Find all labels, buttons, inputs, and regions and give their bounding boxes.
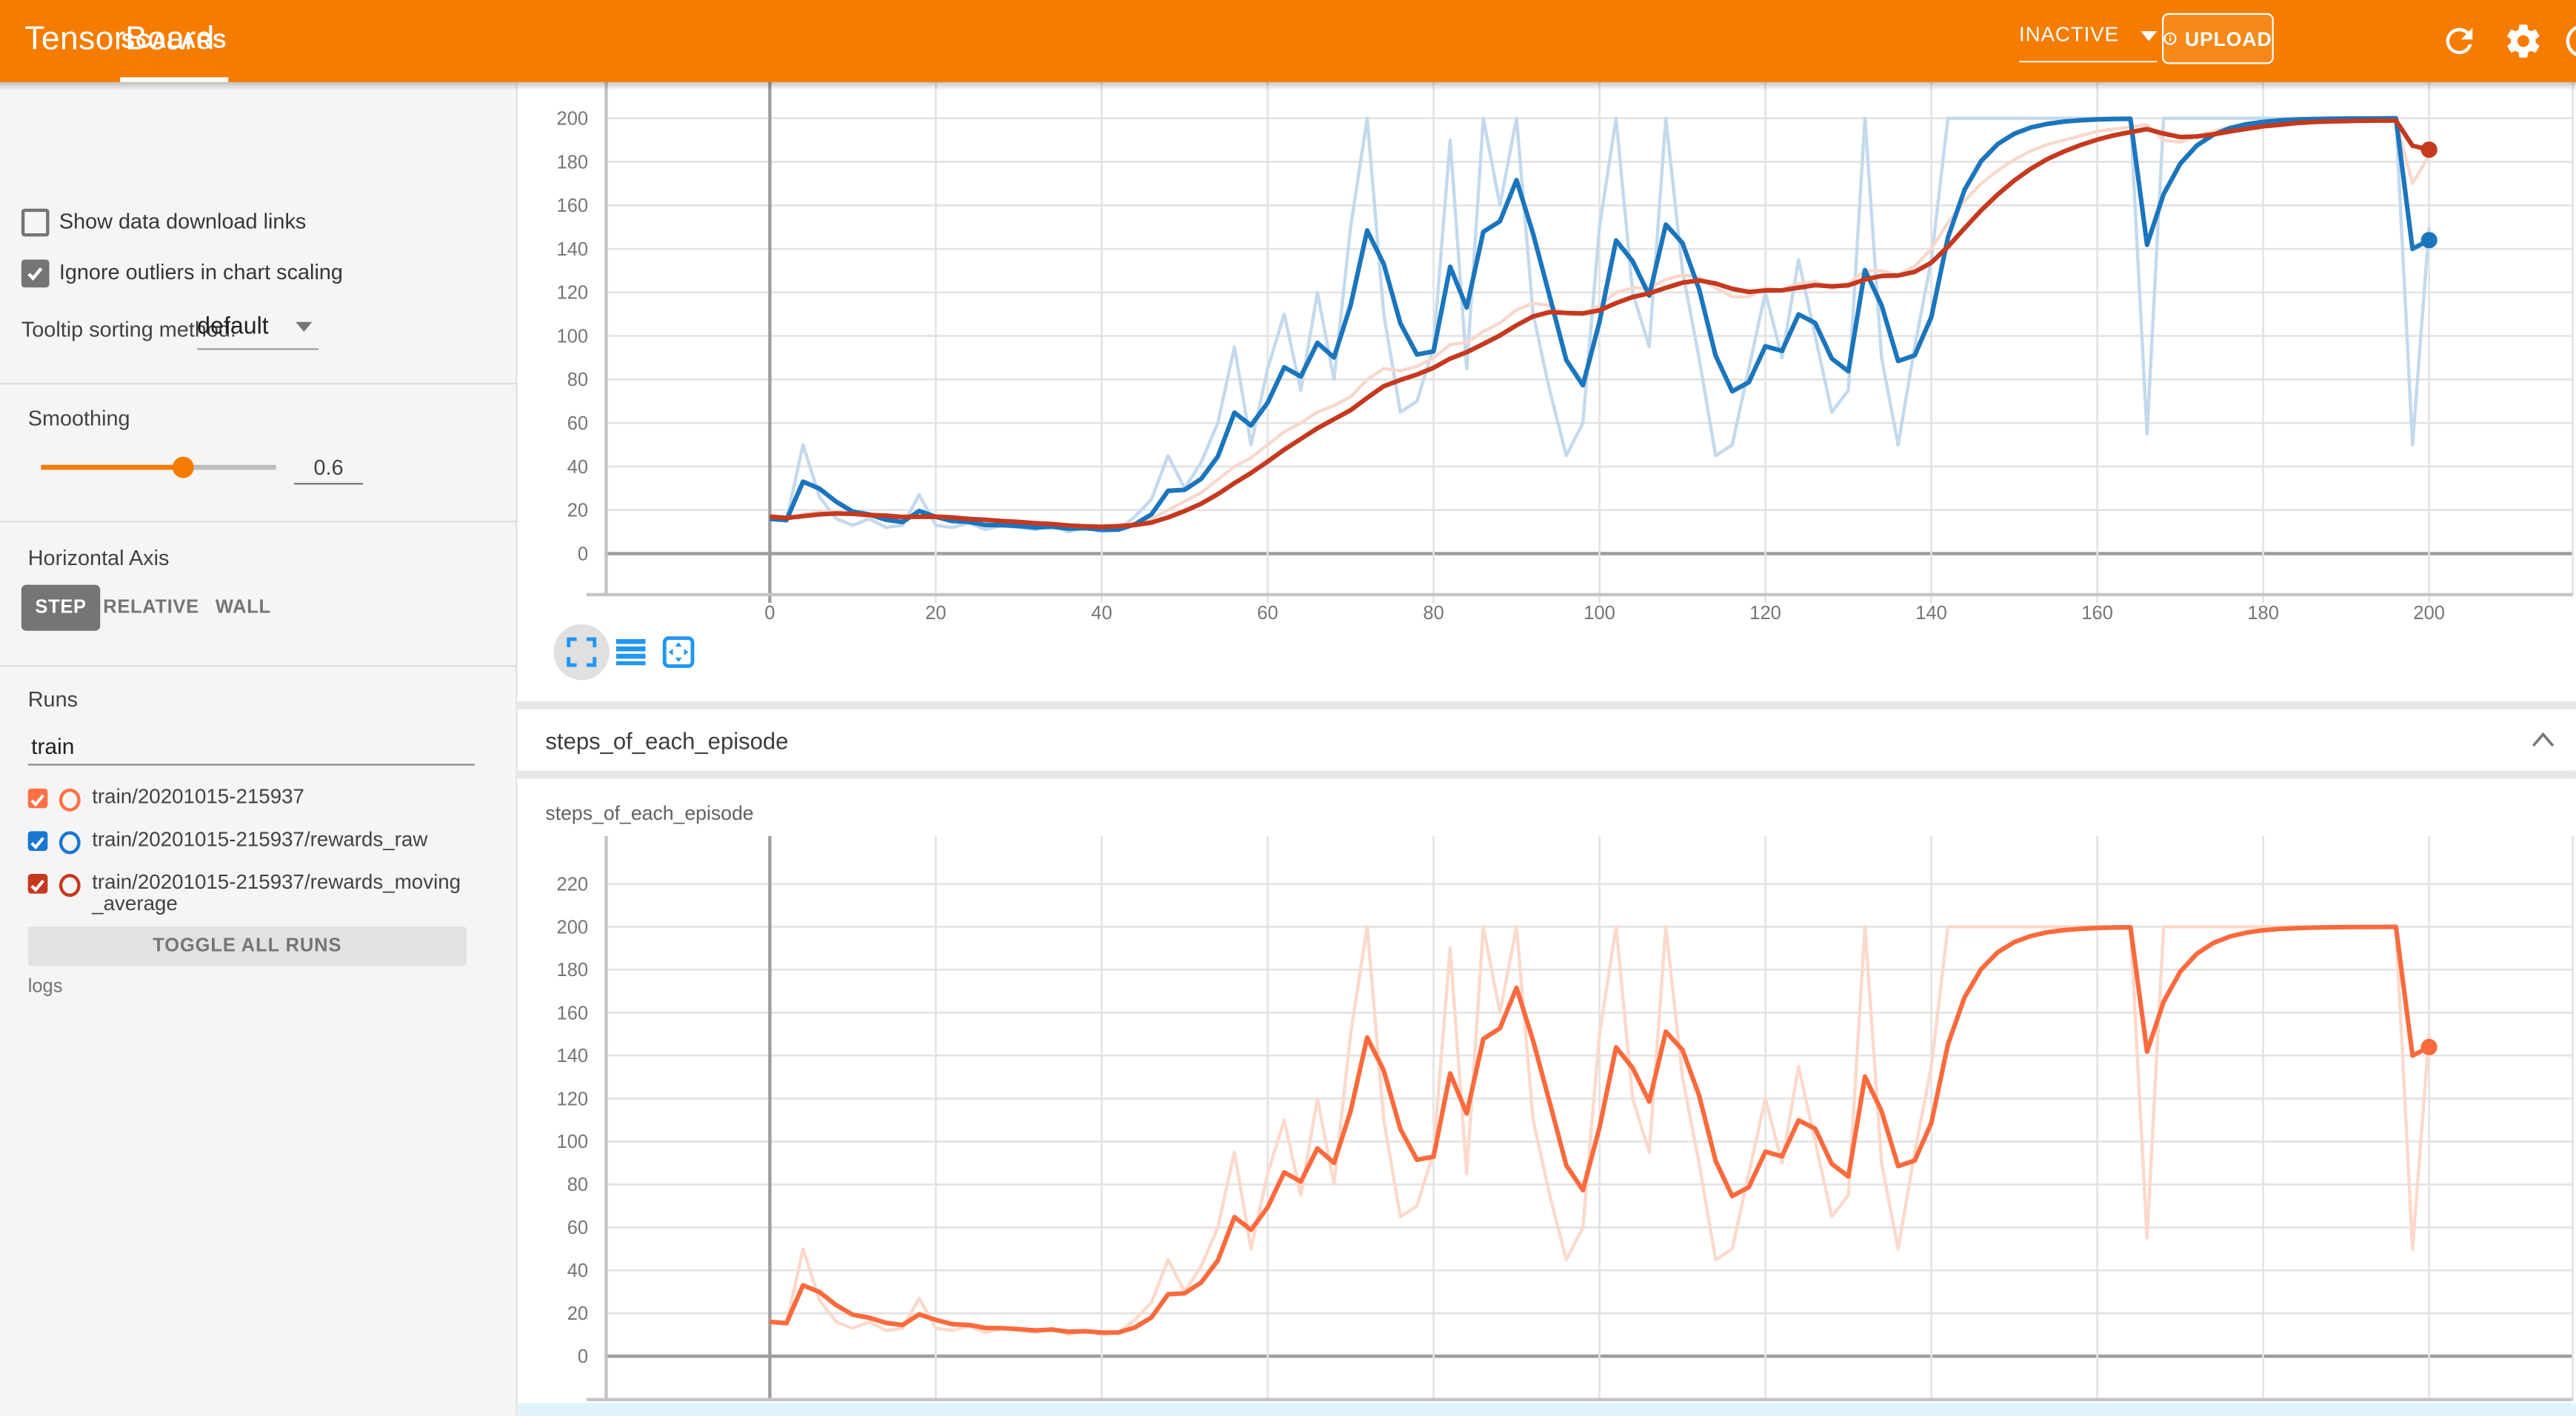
info-icon bbox=[2163, 26, 2177, 50]
svg-text:80: 80 bbox=[567, 1175, 588, 1195]
svg-text:120: 120 bbox=[557, 1089, 589, 1109]
steps-chart-svg[interactable]: 0 20 40 60 80 100 120 140 160 180 200 220 bbox=[518, 829, 2576, 1416]
run-color-ring bbox=[59, 831, 81, 854]
svg-text:140: 140 bbox=[1915, 603, 1947, 624]
chevron-up-icon[interactable] bbox=[2530, 729, 2556, 749]
svg-text:0: 0 bbox=[764, 603, 775, 624]
run-list-item[interactable]: train/20201015-215937 bbox=[28, 787, 462, 811]
settings-sidebar: Show data download links Ignore outliers … bbox=[0, 82, 518, 1416]
svg-text:80: 80 bbox=[567, 370, 588, 390]
run-color-ring bbox=[59, 789, 81, 812]
expand-icon bbox=[567, 638, 596, 667]
option-checkbox[interactable] bbox=[21, 259, 50, 287]
svg-text:80: 80 bbox=[1423, 603, 1444, 624]
refresh-icon[interactable] bbox=[2440, 21, 2479, 61]
chart-card-title: steps_of_each_episode bbox=[545, 801, 753, 824]
bottom-scroll-strip[interactable] bbox=[518, 1403, 2576, 1416]
option-checkbox-label: Show data download links bbox=[59, 209, 306, 233]
lines-icon bbox=[616, 639, 646, 665]
fit-domain-icon bbox=[662, 635, 695, 668]
run-name: train/20201015-215937 bbox=[92, 787, 461, 808]
app-header: TensorBoard SCALARS INACTIVE UPLOAD ? bbox=[0, 0, 2576, 82]
divider bbox=[0, 521, 518, 522]
run-checkbox[interactable] bbox=[28, 874, 48, 894]
toggle-all-runs-button[interactable]: TOGGLE ALL RUNS bbox=[28, 926, 467, 966]
svg-text:100: 100 bbox=[1584, 603, 1615, 624]
horizontal-axis-label: Horizontal Axis bbox=[28, 545, 170, 570]
svg-text:20: 20 bbox=[925, 603, 946, 624]
axis-mode-relative[interactable]: RELATIVE bbox=[108, 585, 193, 631]
smoothing-label: Smoothing bbox=[28, 406, 130, 430]
svg-text:40: 40 bbox=[567, 1260, 588, 1281]
svg-text:20: 20 bbox=[567, 1303, 588, 1324]
main-content: 0204060801001201401601802000204060801001… bbox=[518, 82, 2576, 1416]
rewards-chart-svg[interactable]: 0 20 40 60 80 100 120 140 160 180 200 0 20 40 60 80 100 1… bbox=[518, 82, 2576, 631]
chevron-down-icon bbox=[2140, 31, 2157, 41]
svg-text:180: 180 bbox=[557, 152, 589, 173]
section-gap bbox=[518, 770, 2576, 778]
run-name: train/20201015-215937/rewards_raw bbox=[92, 829, 461, 851]
svg-text:160: 160 bbox=[557, 1003, 589, 1023]
axis-mode-wall[interactable]: WALL bbox=[210, 585, 276, 631]
expand-chart-button[interactable] bbox=[553, 624, 609, 680]
chevron-down-icon bbox=[296, 322, 312, 332]
smoothing-value-input[interactable]: 0.6 bbox=[294, 455, 363, 479]
svg-text:180: 180 bbox=[557, 960, 589, 981]
log-directory-label: logs bbox=[28, 978, 63, 998]
svg-text:40: 40 bbox=[1091, 603, 1112, 624]
run-checkbox[interactable] bbox=[28, 789, 48, 809]
upload-button[interactable]: UPLOAD bbox=[2162, 13, 2274, 64]
svg-text:60: 60 bbox=[567, 413, 588, 434]
svg-text:60: 60 bbox=[567, 1218, 588, 1238]
runs-label: Runs bbox=[28, 687, 78, 711]
svg-text:140: 140 bbox=[557, 239, 589, 260]
option-checkbox[interactable] bbox=[21, 209, 50, 237]
tag-section-title: steps_of_each_episode bbox=[545, 727, 788, 753]
run-color-ring bbox=[59, 874, 81, 897]
svg-text:200: 200 bbox=[557, 917, 589, 938]
svg-text:120: 120 bbox=[557, 283, 589, 304]
header-shadow bbox=[0, 82, 2576, 90]
tab-scalars[interactable]: SCALARS bbox=[125, 0, 224, 82]
help-icon[interactable]: ? bbox=[2563, 21, 2576, 61]
settings-gear-icon[interactable] bbox=[2503, 21, 2543, 61]
axis-mode-step[interactable]: STEP bbox=[21, 585, 100, 631]
tab-active-underline bbox=[120, 77, 228, 82]
run-checkbox[interactable] bbox=[28, 831, 48, 851]
svg-text:160: 160 bbox=[557, 196, 589, 216]
svg-text:0: 0 bbox=[578, 1346, 588, 1367]
run-filter-input[interactable] bbox=[28, 728, 475, 766]
divider bbox=[0, 665, 518, 667]
smoothing-slider-thumb[interactable] bbox=[173, 457, 194, 478]
section-gap bbox=[518, 701, 2576, 709]
svg-text:180: 180 bbox=[2247, 603, 2279, 624]
svg-text:100: 100 bbox=[557, 1132, 589, 1152]
svg-text:100: 100 bbox=[557, 326, 589, 347]
svg-text:200: 200 bbox=[2413, 603, 2445, 624]
svg-text:220: 220 bbox=[557, 874, 589, 895]
run-list-item[interactable]: train/20201015-215937/rewards_moving_ave… bbox=[28, 872, 462, 915]
svg-text:20: 20 bbox=[567, 501, 588, 521]
fit-domain-button[interactable] bbox=[650, 624, 706, 680]
svg-text:200: 200 bbox=[557, 109, 589, 130]
svg-text:160: 160 bbox=[2081, 603, 2113, 624]
tooltip-sorting-dropdown[interactable]: default bbox=[197, 314, 269, 340]
tensorboard-app: TensorBoard SCALARS INACTIVE UPLOAD ? bbox=[0, 0, 2576, 1416]
svg-text:0: 0 bbox=[578, 544, 588, 564]
svg-text:140: 140 bbox=[557, 1046, 589, 1066]
svg-text:40: 40 bbox=[567, 457, 588, 478]
option-checkbox-label: Ignore outliers in chart scaling bbox=[59, 259, 343, 284]
status-dropdown[interactable]: INACTIVE bbox=[2019, 23, 2157, 46]
run-name: train/20201015-215937/rewards_moving_ave… bbox=[92, 872, 461, 915]
run-list-item[interactable]: train/20201015-215937/rewards_raw bbox=[28, 829, 462, 854]
chart-toolbar bbox=[553, 624, 750, 687]
svg-text:60: 60 bbox=[1257, 603, 1278, 624]
svg-text:120: 120 bbox=[1749, 603, 1781, 624]
divider bbox=[0, 383, 518, 384]
tag-section-header[interactable]: steps_of_each_episode bbox=[518, 709, 2576, 770]
